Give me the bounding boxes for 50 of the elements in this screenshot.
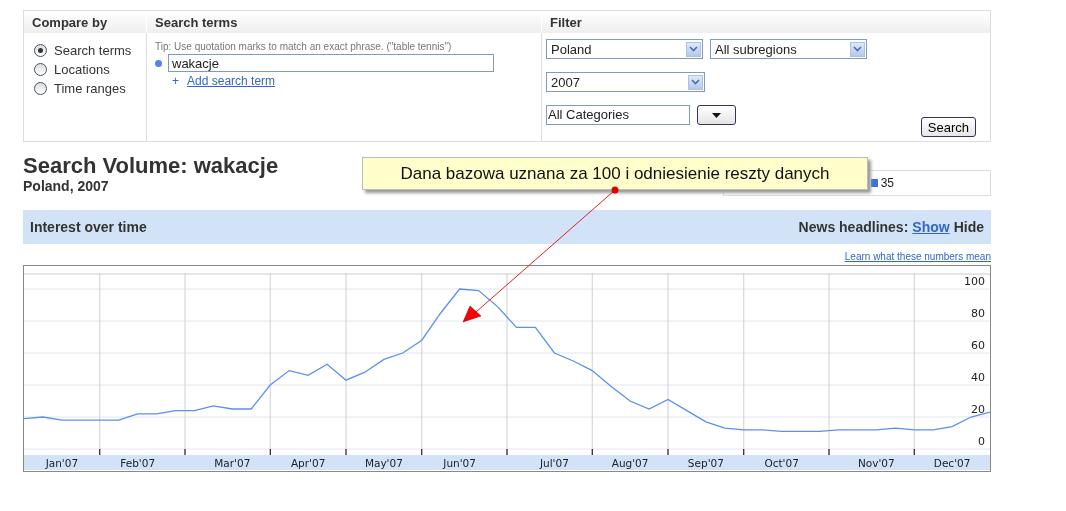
axis-label: 0: [978, 435, 985, 448]
news-label: News headlines:: [798, 219, 909, 235]
toggle-link[interactable]: Show: [912, 219, 950, 235]
search-button[interactable]: Search: [920, 117, 976, 137]
bar-title: Interest over time: [30, 219, 147, 235]
radio-option[interactable]: Time ranges: [32, 81, 138, 96]
dropdown[interactable]: All subregions: [710, 39, 867, 59]
chevron-down-icon: [689, 46, 698, 52]
search-term-field[interactable]: wakacje: [168, 54, 494, 72]
axis-label: 40: [971, 371, 985, 384]
toggle-option[interactable]: Hide: [953, 219, 984, 235]
axis-label: Nov'07: [858, 457, 895, 469]
legend-bar: [870, 179, 878, 187]
axis-label: Sep'07: [687, 457, 724, 469]
axis-label: Jun'07: [443, 457, 476, 469]
radio-button[interactable]: [34, 44, 47, 57]
chevron-down-icon: [691, 79, 700, 85]
axis-label: 80: [971, 307, 985, 320]
subtitle: Poland, 2007: [23, 178, 110, 194]
callout-tooltip: Dana bazowa uznana za 100 i odniesienie reszty danych: [362, 157, 868, 190]
axis-label: 20: [971, 403, 985, 416]
axis-label: Apr'07: [290, 457, 326, 469]
legend-value: 35: [880, 176, 894, 190]
dropdown[interactable]: Poland: [546, 39, 703, 59]
axis-label: Dec'07: [933, 457, 971, 469]
axis-label: Jan'07: [45, 457, 79, 469]
radio-option[interactable]: Locations: [32, 62, 138, 77]
plus-icon: +: [172, 74, 179, 88]
add-term-link[interactable]: Add search term: [187, 74, 276, 88]
dropdown[interactable]: 2007: [546, 72, 705, 92]
radio-button[interactable]: [34, 82, 47, 95]
axis-label: 60: [971, 339, 985, 352]
section-heading: Filter: [541, 11, 990, 33]
learn-link[interactable]: Learn what these numbers mean: [844, 250, 991, 262]
axis-label: Jul'07: [539, 457, 569, 469]
axis-label: 100: [964, 275, 985, 288]
category-field[interactable]: All Categories: [546, 105, 690, 125]
page-title: Search Volume: wakacje: [23, 154, 279, 178]
caret-icon: [712, 112, 721, 118]
axis-label: Feb'07: [120, 457, 156, 469]
chevron-down-icon: [853, 46, 862, 52]
tip-text: Tip: Use quotation marks to match an exact phrase. ("table tennis"): [155, 41, 453, 52]
radio-button[interactable]: [34, 63, 47, 76]
axis-label: Oct'07: [764, 457, 799, 469]
axis-label: Mar'07: [214, 457, 251, 469]
radio-option[interactable]: Search terms: [32, 43, 138, 58]
axis-label: May'07: [364, 457, 403, 469]
axis-label: Aug'07: [611, 457, 649, 469]
section-heading: Search terms: [146, 11, 541, 33]
dropdown-button[interactable]: [697, 105, 736, 125]
